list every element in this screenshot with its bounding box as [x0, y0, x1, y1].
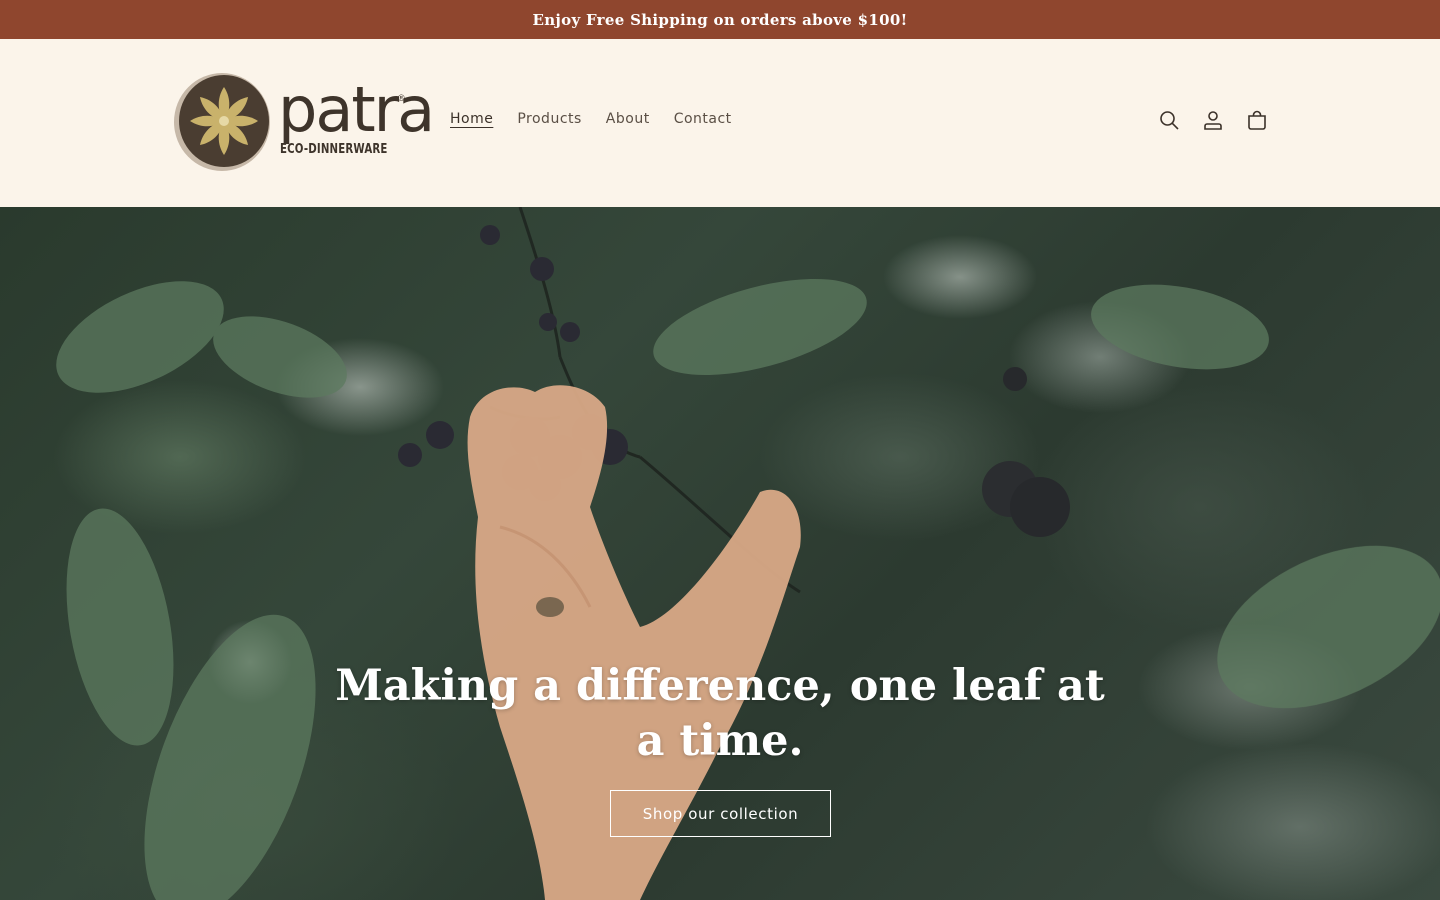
site-header: patra ® ECO-DINNERWARE Home Products Abo… — [0, 39, 1440, 207]
hero-banner: Making a difference, one leaf at a time.… — [0, 207, 1440, 900]
logo-tagline: ECO-DINNERWARE — [280, 141, 388, 157]
search-icon[interactable] — [1158, 109, 1180, 131]
announcement-bar: Enjoy Free Shipping on orders above $100… — [0, 0, 1440, 39]
logo-registered-mark: ® — [398, 93, 405, 103]
logo-wordmark: patra — [278, 73, 435, 146]
nav-home[interactable]: Home — [450, 111, 493, 129]
announcement-text: Enjoy Free Shipping on orders above $100… — [532, 10, 908, 29]
nav-products[interactable]: Products — [517, 111, 581, 129]
cart-icon[interactable] — [1246, 109, 1268, 131]
header-icons — [1158, 109, 1268, 131]
nav-contact[interactable]: Contact — [674, 111, 732, 129]
logo[interactable]: patra ® ECO-DINNERWARE — [172, 71, 435, 175]
shop-collection-button[interactable]: Shop our collection — [610, 790, 831, 837]
account-icon[interactable] — [1202, 109, 1224, 131]
nav-about[interactable]: About — [606, 111, 650, 129]
patra-logo-emblem — [174, 73, 270, 171]
hero-title: Making a difference, one leaf at a time. — [335, 661, 1105, 766]
main-nav: Home Products About Contact — [450, 111, 732, 129]
